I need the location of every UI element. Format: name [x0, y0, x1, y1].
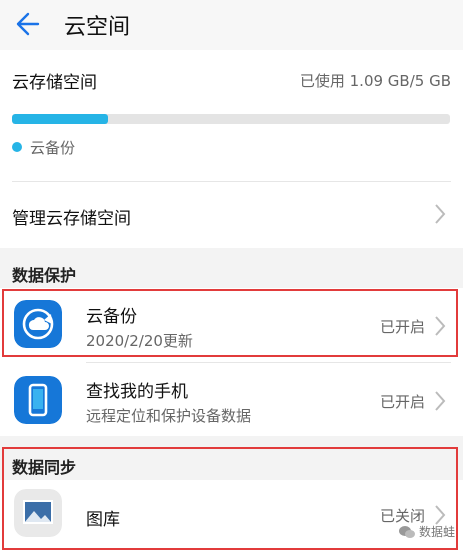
back-arrow-icon[interactable]: [12, 10, 40, 38]
chevron-right-icon: [435, 204, 446, 224]
find-my-phone-status: 已开启: [379, 393, 425, 411]
page-title: 云空间: [64, 15, 131, 40]
storage-progress-bar: [12, 114, 450, 124]
chevron-right-icon: [435, 391, 446, 411]
find-my-phone-icon: [14, 376, 62, 424]
top-bar: 云空间: [0, 0, 463, 50]
legend-label: 云备份: [30, 139, 76, 157]
watermark: 数据蛙: [398, 523, 455, 540]
storage-label: 云存储空间: [12, 73, 97, 93]
storage-used-text: 已使用 1.09 GB/5 GB: [299, 72, 451, 90]
legend-dot-icon: [12, 142, 22, 152]
highlight-box: [2, 289, 458, 357]
manage-storage-label: 管理云存储空间: [12, 209, 131, 229]
storage-progress-fill: [12, 114, 109, 124]
wechat-icon: [398, 525, 415, 538]
watermark-text: 数据蛙: [418, 525, 455, 539]
find-my-phone-desc: 远程定位和保护设备数据: [86, 407, 252, 425]
section-header-protection: 数据保护: [12, 266, 77, 285]
highlight-box: [2, 447, 458, 550]
find-my-phone-name: 查找我的手机: [86, 382, 188, 402]
